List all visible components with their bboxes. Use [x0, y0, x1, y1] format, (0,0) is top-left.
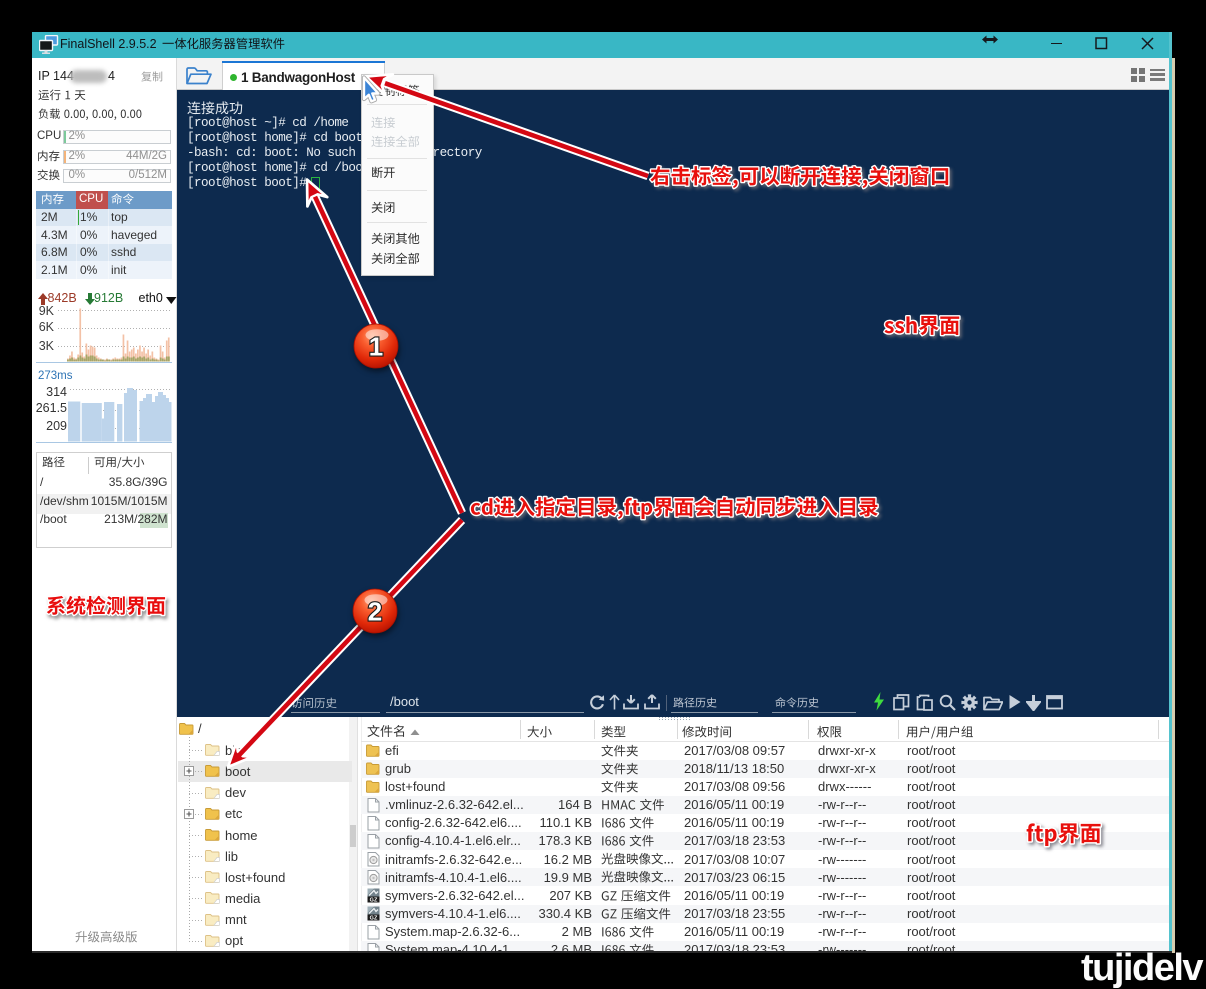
- svg-text:1: 1: [369, 332, 383, 362]
- svg-text:2: 2: [368, 597, 382, 627]
